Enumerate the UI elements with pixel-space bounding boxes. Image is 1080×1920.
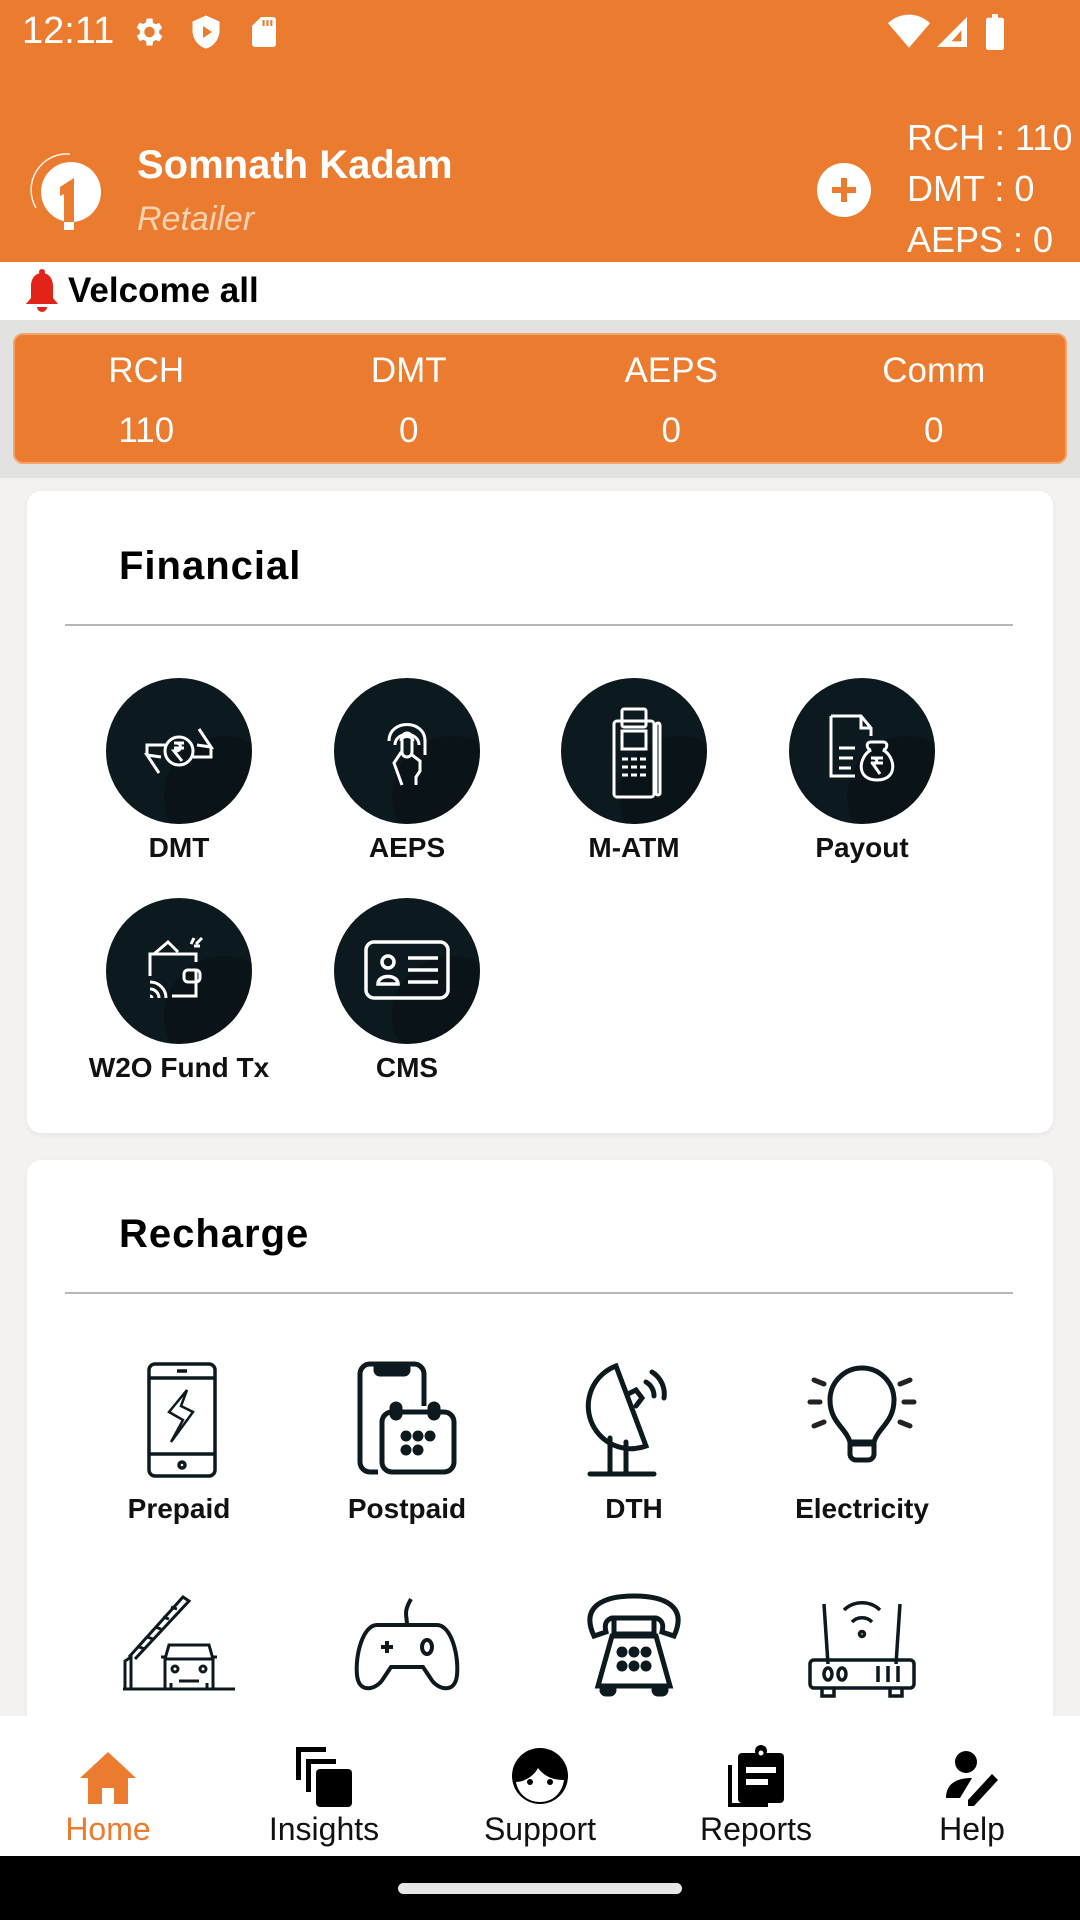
nav-home[interactable]: Home xyxy=(0,1716,216,1856)
notice-marquee: Velcome all xyxy=(0,262,1080,320)
financial-card: Financial DMT AEPS M-ATM Payout W2O Fund… xyxy=(27,491,1053,1133)
tile-broadband[interactable] xyxy=(762,1580,962,1718)
nav-reports[interactable]: Reports xyxy=(648,1716,864,1856)
tile-label: CMS xyxy=(375,1052,439,1083)
satellite-dish-icon xyxy=(585,1362,667,1477)
gesture-home-handle[interactable] xyxy=(398,1883,682,1894)
balance-aeps: AEPS : 0 xyxy=(907,219,1054,260)
nav-label: Insights xyxy=(268,1811,380,1847)
app-header: 12:11 Somnath Kadam Retailer RCH: 110 D… xyxy=(0,0,1080,262)
stat-value: 0 xyxy=(924,411,944,450)
tile-payout[interactable]: Payout xyxy=(762,678,962,864)
stat-rch: RCH 110 xyxy=(15,335,278,462)
stat-label: RCH xyxy=(108,351,185,390)
tile-prepaid[interactable]: Prepaid xyxy=(79,1355,279,1525)
stat-dmt: DMT 0 xyxy=(278,335,541,462)
tile-fastag[interactable] xyxy=(79,1580,279,1718)
recharge-card: Recharge Prepaid Postpaid DTH Electricit… xyxy=(27,1160,1053,1760)
status-bar: 12:11 xyxy=(0,0,1080,64)
nav-help[interactable]: Help xyxy=(864,1716,1080,1856)
tile-electricity[interactable]: Electricity xyxy=(762,1355,962,1525)
tile-label: Payout xyxy=(815,832,909,863)
sd-card-icon xyxy=(252,17,276,47)
nav-label: Home xyxy=(65,1811,151,1847)
tile-dth[interactable]: DTH xyxy=(534,1355,734,1525)
wifi-icon xyxy=(888,14,930,48)
tile-label: Postpaid xyxy=(347,1493,467,1524)
home-icon xyxy=(80,1752,136,1804)
bottom-nav: Home Insights Support Reports Help xyxy=(0,1716,1080,1856)
tile-label: W2O Fund Tx xyxy=(88,1052,270,1083)
payout-bag-icon xyxy=(829,714,895,782)
balance-summary: RCH : 110 DMT : 0 AEPS : 0 xyxy=(907,112,1072,265)
balance-rch: RCH : 110 xyxy=(907,117,1073,158)
notice-text: Velcome all xyxy=(68,271,259,310)
add-icon xyxy=(832,178,856,202)
financial-divider xyxy=(65,624,1013,626)
bell-icon xyxy=(26,269,58,312)
stat-value: 0 xyxy=(661,411,681,450)
mobile-calendar-icon xyxy=(357,1361,457,1475)
wallet-icon xyxy=(148,936,204,999)
signal-icon xyxy=(937,17,967,47)
stat-value: 0 xyxy=(399,411,419,450)
tile-label: Electricity xyxy=(795,1493,929,1524)
gear-icon xyxy=(136,18,163,46)
status-time: 12:11 xyxy=(22,10,115,52)
add-balance-button[interactable] xyxy=(817,163,871,217)
balance-dmt: DMT : 0 xyxy=(907,168,1035,209)
stat-label: Comm xyxy=(882,351,986,390)
user-name: Somnath Kadam xyxy=(137,143,453,187)
tile-w2o-fund-tx[interactable]: W2O Fund Tx xyxy=(79,898,279,1084)
mobile-bolt-icon xyxy=(147,1362,217,1478)
nav-label: Support xyxy=(483,1811,597,1847)
person-edit-icon xyxy=(946,1751,998,1806)
tile-postpaid[interactable]: Postpaid xyxy=(307,1355,507,1525)
recharge-title: Recharge xyxy=(119,1212,310,1256)
tile-aeps[interactable]: AEPS xyxy=(307,678,507,864)
stat-aeps: AEPS 0 xyxy=(540,335,803,462)
tile-gaming[interactable] xyxy=(307,1580,507,1718)
tile-m-atm[interactable]: M-ATM xyxy=(534,678,734,864)
nav-label: Reports xyxy=(699,1811,813,1847)
home-screen: 12:11 Somnath Kadam Retailer RCH: 110 D… xyxy=(0,0,1080,1920)
nav-insights[interactable]: Insights xyxy=(216,1716,432,1856)
user-role: Retailer xyxy=(137,200,255,238)
id-card-icon xyxy=(364,940,450,1000)
telephone-icon xyxy=(587,1593,681,1697)
tile-dmt[interactable]: DMT xyxy=(79,678,279,864)
tile-label: AEPS xyxy=(368,832,446,863)
pos-terminal-icon xyxy=(612,707,662,799)
tile-label: DTH xyxy=(605,1493,663,1524)
nav-label: Help xyxy=(939,1811,1005,1847)
toll-car-icon xyxy=(123,1595,235,1691)
fingerprint-icon xyxy=(387,723,427,786)
stat-label: DMT xyxy=(370,351,447,390)
stat-label: AEPS xyxy=(624,351,718,390)
face-icon xyxy=(512,1748,568,1804)
brand-logo xyxy=(30,153,101,230)
system-nav-bar xyxy=(0,1856,1080,1920)
recharge-divider xyxy=(65,1292,1013,1294)
tile-label: Prepaid xyxy=(127,1493,231,1524)
stat-value: 110 xyxy=(118,411,175,450)
financial-title: Financial xyxy=(119,544,302,588)
stats-bar: RCH 110 DMT 0 AEPS 0 Comm 0 xyxy=(13,333,1067,464)
battery-icon xyxy=(986,14,1004,50)
tile-label: M-ATM xyxy=(588,832,680,863)
stat-comm: Comm 0 xyxy=(803,335,1066,462)
money-transfer-icon xyxy=(143,728,215,774)
tile-landline[interactable] xyxy=(534,1580,734,1718)
tile-label: DMT xyxy=(148,832,210,863)
nav-support[interactable]: Support xyxy=(432,1716,648,1856)
gamepad-icon xyxy=(354,1598,460,1691)
tile-cms[interactable]: CMS xyxy=(307,898,507,1084)
stats-bar-wrapper: RCH 110 DMT 0 AEPS 0 Comm 0 xyxy=(0,320,1080,478)
router-icon xyxy=(808,1601,916,1698)
clipboard-icon xyxy=(728,1745,784,1807)
shield-play-icon xyxy=(192,15,220,49)
lightbulb-icon xyxy=(807,1365,917,1463)
layers-icon xyxy=(296,1747,352,1807)
